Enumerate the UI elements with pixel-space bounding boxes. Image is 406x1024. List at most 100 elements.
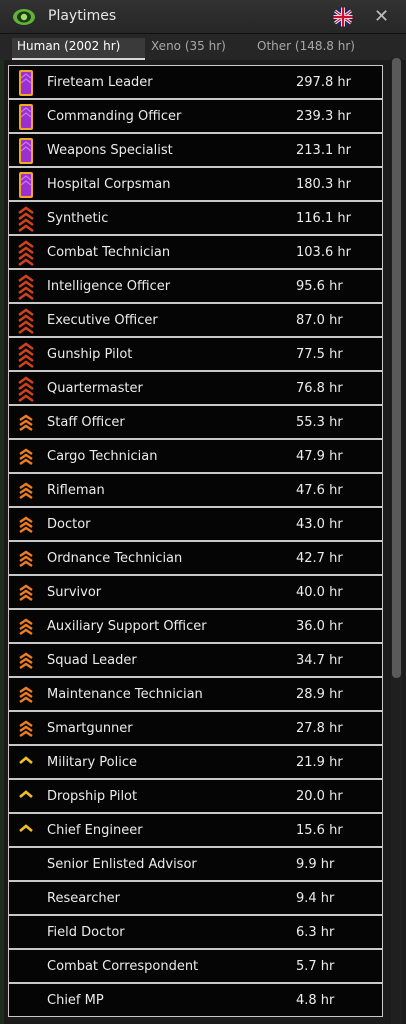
role-name: Cargo Technician [47,449,158,464]
role-name: Synthetic [47,211,109,226]
role-name: Auxiliary Support Officer [47,619,207,634]
role-hours: 297.8 hr [296,75,351,90]
role-name: Field Doctor [47,925,125,940]
tab-xeno[interactable]: Xeno (35 hr) [151,38,226,60]
title-bar: Playtimes ✕ [0,0,406,34]
role-hours: 76.8 hr [296,381,343,396]
scrollbar[interactable] [391,58,402,1024]
role-hours: 47.6 hr [296,483,343,498]
role-hours: 6.3 hr [296,925,335,940]
chevron-rank-icon [19,584,33,601]
list-item: Doctor 43.0 hr [8,507,383,541]
list-item: Chief MP 4.8 hr [8,983,383,1017]
officer-rank-icon [19,70,33,96]
chevron-rank-icon [19,618,33,635]
role-hours: 47.9 hr [296,449,343,464]
role-name: Fireteam Leader [47,75,153,90]
officer-rank-icon [19,172,33,198]
chevron-rank-icon [19,686,33,703]
list-item: Dropship Pilot 20.0 hr [8,779,383,813]
list-item: Ordnance Technician 42.7 hr [8,541,383,575]
list-item: Smartgunner 27.8 hr [8,711,383,745]
list-item: Synthetic 116.1 hr [8,201,383,235]
role-name: Combat Correspondent [47,959,199,974]
role-name: Smartgunner [47,721,133,736]
officer-rank-icon [19,138,33,164]
role-hours: 42.7 hr [296,551,343,566]
chevron-rank-icon [19,652,33,669]
role-hours: 213.1 hr [296,143,351,158]
chevron-rank-icon [18,240,34,267]
playtime-list: Fireteam Leader 297.8 hr Commanding Office… [8,65,383,1024]
officer-rank-icon [19,104,33,130]
role-hours: 103.6 hr [296,245,351,260]
list-item: Maintenance Technician 28.9 hr [8,677,383,711]
window-title: Playtimes [48,8,117,24]
list-item: Combat Correspondent 5.7 hr [8,949,383,983]
scrollbar-thumb[interactable] [392,58,401,678]
role-name: Doctor [47,517,91,532]
role-name: Dropship Pilot [47,789,138,804]
chevron-rank-icon [18,206,34,233]
role-name: Rifleman [47,483,105,498]
flag-icon [333,7,353,27]
role-name: Survivor [47,585,102,600]
role-name: Senior Enlisted Advisor [47,857,197,872]
role-hours: 87.0 hr [296,313,343,328]
list-item: Researcher 9.4 hr [8,881,383,915]
list-item: Field Doctor 6.3 hr [8,915,383,949]
list-item: Survivor 40.0 hr [8,575,383,609]
list-item: Executive Officer 87.0 hr [8,303,383,337]
role-hours: 20.0 hr [296,789,343,804]
role-name: Maintenance Technician [47,687,203,702]
list-item: Auxiliary Support Officer 36.0 hr [8,609,383,643]
list-item: Squad Leader 34.7 hr [8,643,383,677]
role-name: Gunship Pilot [47,347,133,362]
list-item: Staff Officer 55.3 hr [8,405,383,439]
role-hours: 28.9 hr [296,687,343,702]
role-hours: 9.9 hr [296,857,335,872]
list-item: Commanding Officer 239.3 hr [8,99,383,133]
list-item: Combat Technician 103.6 hr [8,235,383,269]
eye-icon [13,9,35,25]
role-hours: 34.7 hr [296,653,343,668]
role-name: Hospital Corpsman [47,177,171,192]
role-name: Chief Engineer [47,823,143,838]
list-item: Rifleman 47.6 hr [8,473,383,507]
role-hours: 239.3 hr [296,109,351,124]
role-hours: 36.0 hr [296,619,343,634]
close-icon[interactable]: ✕ [374,7,389,27]
role-name: Weapons Specialist [47,143,173,158]
list-item: Fireteam Leader 297.8 hr [8,65,383,99]
role-name: Squad Leader [47,653,137,668]
role-name: Quartermaster [47,381,143,396]
background-strip [0,0,4,1024]
chevron-rank-icon [19,720,33,737]
role-hours: 55.3 hr [296,415,343,430]
tab-human[interactable]: Human (2002 hr) [12,38,145,60]
role-hours: 9.4 hr [296,891,335,906]
role-name: Military Police [47,755,137,770]
chevron-rank-icon [19,516,33,533]
chevron-rank-icon [19,824,33,832]
role-hours: 4.8 hr [296,993,335,1008]
chevron-rank-icon [18,308,34,335]
list-item: Intelligence Officer 95.6 hr [8,269,383,303]
role-name: Chief MP [47,993,104,1008]
list-item: Weapons Specialist 213.1 hr [8,133,383,167]
list-item: Military Police 21.9 hr [8,745,383,779]
role-name: Intelligence Officer [47,279,171,294]
role-hours: 21.9 hr [296,755,343,770]
chevron-rank-icon [19,448,33,465]
role-name: Researcher [47,891,120,906]
role-hours: 27.8 hr [296,721,343,736]
role-name: Combat Technician [47,245,171,260]
role-hours: 116.1 hr [296,211,351,226]
list-item: Hospital Corpsman 180.3 hr [8,167,383,201]
chevron-rank-icon [18,376,34,403]
tab-other[interactable]: Other (148.8 hr) [257,38,355,60]
chevron-rank-icon [19,414,33,431]
role-hours: 40.0 hr [296,585,343,600]
role-hours: 180.3 hr [296,177,351,192]
chevron-rank-icon [18,342,34,369]
